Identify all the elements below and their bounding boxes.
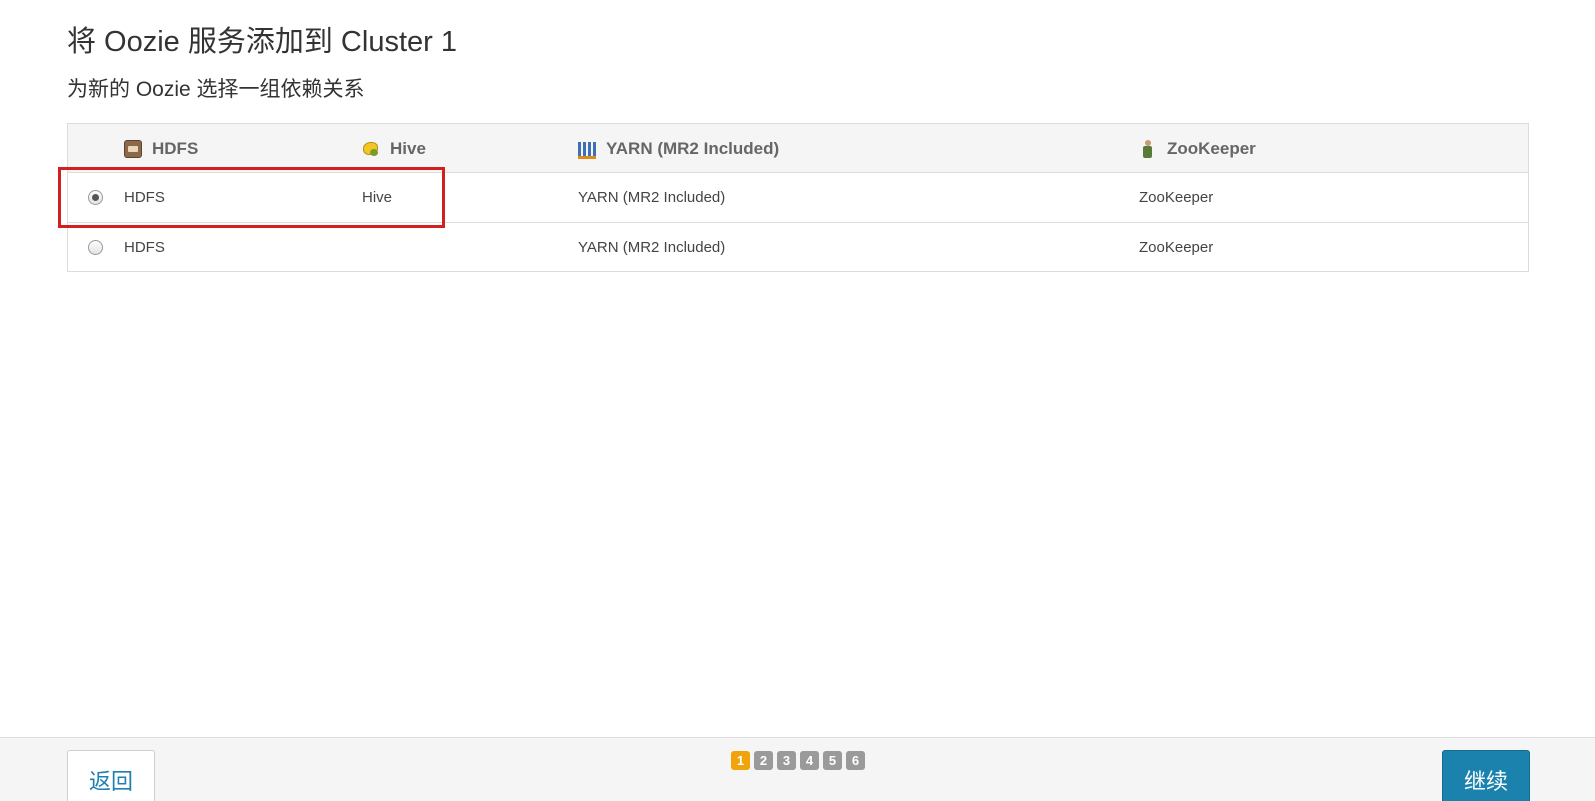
step-3[interactable]: 3	[777, 751, 796, 770]
step-indicator: 1 2 3 4 5 6	[731, 751, 865, 770]
step-2[interactable]: 2	[754, 751, 773, 770]
cell-hive: Hive	[362, 189, 393, 206]
step-5[interactable]: 5	[823, 751, 842, 770]
column-header-hdfs: HDFS	[124, 124, 198, 173]
step-4[interactable]: 4	[800, 751, 819, 770]
column-header-label: YARN (MR2 Included)	[606, 138, 780, 158]
table-row[interactable]: HDFS Hive YARN (MR2 Included) ZooKeeper	[68, 173, 1528, 222]
page-title: 将 Oozie 服务添加到 Cluster 1	[67, 26, 457, 58]
table-header: HDFS Hive YARN (MR2 Included) ZooKeeper	[68, 124, 1528, 173]
dependency-radio-selected[interactable]	[88, 190, 103, 205]
step-6[interactable]: 6	[846, 751, 865, 770]
back-button[interactable]: 返回	[67, 750, 155, 801]
column-header-zookeeper: ZooKeeper	[1139, 124, 1256, 173]
cell-zookeeper: ZooKeeper	[1139, 189, 1214, 206]
step-1[interactable]: 1	[731, 751, 750, 770]
cell-yarn: YARN (MR2 Included)	[578, 239, 726, 256]
cell-yarn: YARN (MR2 Included)	[578, 189, 726, 206]
dependency-radio[interactable]	[88, 240, 103, 255]
column-header-label: Hive	[390, 138, 426, 158]
table-row[interactable]: HDFS YARN (MR2 Included) ZooKeeper	[68, 222, 1528, 271]
dependency-table: HDFS Hive YARN (MR2 Included) ZooKeeper …	[67, 123, 1529, 272]
zookeeper-icon	[1139, 139, 1157, 158]
wizard-footer: 返回 1 2 3 4 5 6 继续	[0, 737, 1595, 801]
hdfs-icon	[124, 139, 142, 158]
page-subtitle: 为新的 Oozie 选择一组依赖关系	[67, 78, 365, 101]
column-header-yarn: YARN (MR2 Included)	[578, 124, 779, 173]
cell-hdfs: HDFS	[124, 189, 165, 206]
cell-hdfs: HDFS	[124, 239, 165, 256]
column-header-label: ZooKeeper	[1167, 138, 1256, 158]
continue-button[interactable]: 继续	[1442, 750, 1530, 801]
hive-icon	[362, 140, 380, 158]
column-header-label: HDFS	[152, 138, 199, 158]
yarn-icon	[578, 141, 596, 159]
column-header-hive: Hive	[362, 124, 426, 173]
cell-zookeeper: ZooKeeper	[1139, 239, 1214, 256]
